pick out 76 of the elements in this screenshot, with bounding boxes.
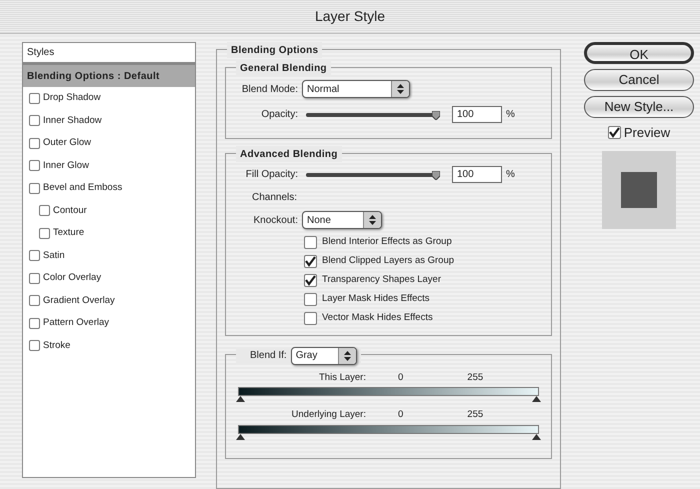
ramp-thumb-icon[interactable] xyxy=(532,396,541,402)
checkbox[interactable] xyxy=(29,115,40,126)
checkbox[interactable] xyxy=(304,274,317,287)
section-title: General Blending xyxy=(240,63,327,74)
checkbox[interactable] xyxy=(304,255,317,268)
check-icon xyxy=(305,256,316,267)
section-title: Advanced Blending xyxy=(240,149,338,160)
dialog-button[interactable]: New Style... xyxy=(584,96,694,118)
stepper-arrows-icon xyxy=(338,348,356,364)
dialog-button[interactable]: OK xyxy=(584,42,694,64)
style-item[interactable]: Drop Shadow xyxy=(23,87,195,110)
checkbox[interactable] xyxy=(304,312,317,325)
preview-square xyxy=(621,172,657,208)
style-item[interactable]: Satin xyxy=(23,244,195,267)
style-item[interactable]: Gradient Overlay xyxy=(23,290,195,312)
style-item[interactable]: Outer Glow xyxy=(23,132,195,154)
value-field[interactable]: 100 xyxy=(452,166,502,183)
style-item[interactable]: Bevel and Emboss xyxy=(23,177,195,200)
option-label: Blend Interior Effects as Group xyxy=(322,235,452,250)
checkbox[interactable] xyxy=(39,228,50,239)
knockout-label: Knockout: xyxy=(252,214,298,228)
section-title: Blending Options xyxy=(231,45,318,56)
style-item[interactable]: Inner Shadow xyxy=(23,110,195,132)
window-title: Layer Style xyxy=(314,7,386,26)
checkbox[interactable] xyxy=(29,318,40,329)
ramp-thumb-icon[interactable] xyxy=(236,434,245,440)
style-item[interactable]: Color Overlay xyxy=(23,267,195,290)
style-item[interactable]: Inner Glow xyxy=(23,154,195,177)
check-icon xyxy=(608,127,620,138)
dropdown[interactable]: Gray xyxy=(290,347,357,365)
ramp-low-value: 0 xyxy=(398,408,404,422)
slider-thumb-icon[interactable] xyxy=(432,170,440,180)
unit-label: % xyxy=(506,108,515,122)
checkbox[interactable] xyxy=(304,293,317,306)
ramp-high-value: 255 xyxy=(467,371,484,385)
stepper-arrows-icon xyxy=(391,81,409,97)
checkbox[interactable] xyxy=(608,126,621,140)
ramp-thumb-icon[interactable] xyxy=(236,396,245,402)
style-item[interactable]: Pattern Overlay xyxy=(23,312,195,334)
ramp-thumb-icon[interactable] xyxy=(532,434,541,440)
stepper-arrows-icon xyxy=(363,212,381,228)
option-label: Transparency Shapes Layer xyxy=(322,273,441,288)
checkbox[interactable] xyxy=(29,295,40,306)
dropdown[interactable]: None xyxy=(302,211,382,229)
blend-mode-label: Blend Mode: xyxy=(240,82,298,96)
slider-thumb-icon[interactable] xyxy=(432,110,440,120)
ramp-high-value: 255 xyxy=(467,408,484,422)
value-field[interactable]: 100 xyxy=(452,106,502,123)
preview-label: Preview xyxy=(624,124,670,142)
checkbox[interactable] xyxy=(304,236,317,249)
slider-label: Fill Opacity: xyxy=(244,168,298,182)
check-icon xyxy=(305,275,316,286)
checkbox[interactable] xyxy=(29,250,40,262)
blending-options-item[interactable]: Blending Options : Default xyxy=(23,65,195,87)
checkbox[interactable] xyxy=(29,92,40,104)
checkbox[interactable] xyxy=(29,182,40,194)
checkbox[interactable] xyxy=(29,340,40,352)
checkbox[interactable] xyxy=(29,138,40,149)
slider-label: Opacity: xyxy=(260,108,298,122)
ramp-label: This Layer: xyxy=(318,371,366,385)
blend-if-label: Blend If: xyxy=(250,349,287,363)
style-item[interactable]: Contour xyxy=(23,200,195,222)
checkbox[interactable] xyxy=(29,272,40,284)
ramp-low-value: 0 xyxy=(398,371,404,385)
dialog-button[interactable]: Cancel xyxy=(584,69,694,91)
style-item[interactable]: Stroke xyxy=(23,334,195,357)
unit-label: % xyxy=(506,168,515,182)
checkbox[interactable] xyxy=(29,160,40,172)
option-label: Blend Clipped Layers as Group xyxy=(322,254,454,268)
checkbox[interactable] xyxy=(39,205,50,216)
dropdown[interactable]: Normal xyxy=(302,80,410,98)
option-label: Layer Mask Hides Effects xyxy=(322,292,430,306)
option-label: Vector Mask Hides Effects xyxy=(322,311,433,326)
channels-label: Channels: xyxy=(252,191,298,205)
style-item[interactable]: Texture xyxy=(23,222,195,244)
ramp-label: Underlying Layer: xyxy=(290,408,366,422)
